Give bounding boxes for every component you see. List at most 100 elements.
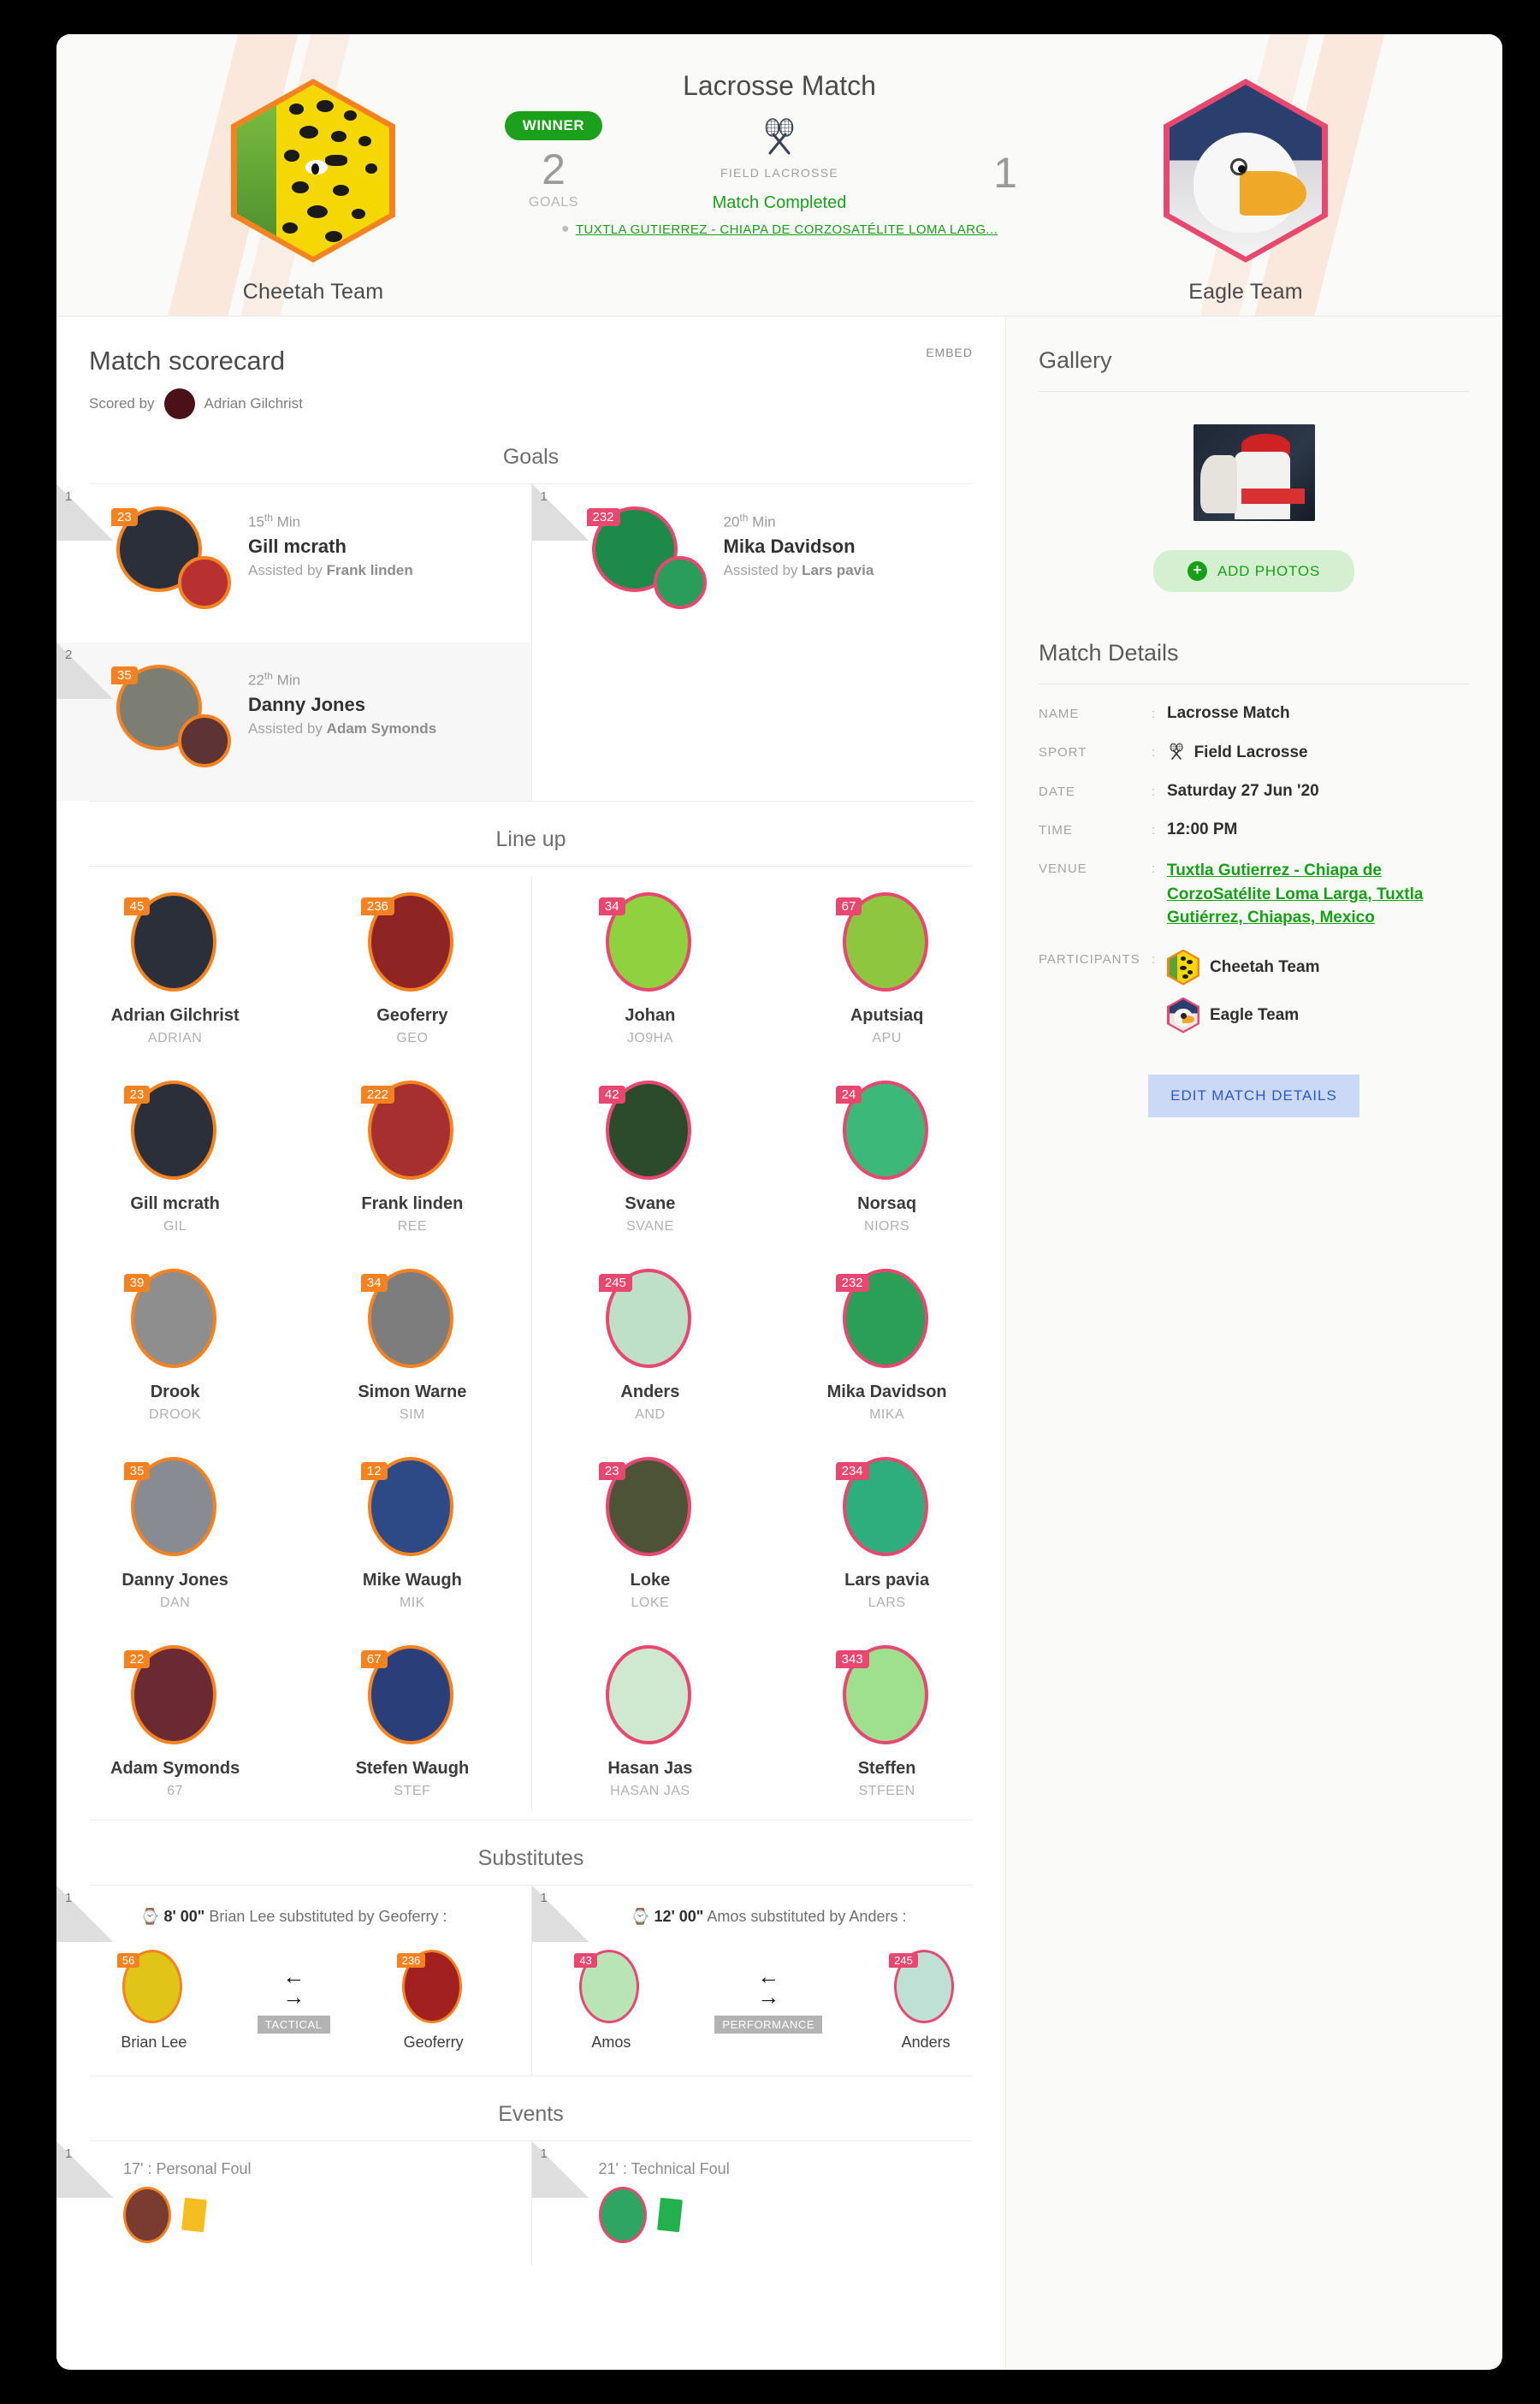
embed-button[interactable]: EMBED <box>926 346 973 359</box>
lineup-avatar-wrap: 222 <box>360 1081 457 1180</box>
detail-row-date: DATE : Saturday 27 Jun '20 <box>1039 782 1469 801</box>
lineup-player[interactable]: 67 Stefen Waugh STEF <box>293 1630 530 1811</box>
lineup-player-name: Mike Waugh <box>362 1571 462 1590</box>
lineup-player[interactable]: 22 Adam Symonds 67 <box>56 1630 293 1811</box>
participant-item[interactable]: Eagle Team <box>1167 997 1469 1033</box>
lineup-grid: 45 Adrian Gilchrist ADRIAN 236 Geoferry GEO 23… <box>56 867 1005 1820</box>
substitution-item[interactable]: 1 ⌚ 12' 00" Amos substituted by Anders :… <box>531 1886 1006 2075</box>
lineup-player-name: Aputsiaq <box>850 1006 924 1025</box>
lineup-player[interactable]: 23 Loke LOKE <box>532 1442 769 1623</box>
lineup-avatar-wrap: 35 <box>123 1457 220 1556</box>
match-header: Cheetah Team WINNER 2 GOALS Lacrosse Mat… <box>56 34 1502 317</box>
participant-item[interactable]: Cheetah Team <box>1167 949 1469 986</box>
eagle-team-logo[interactable] <box>1164 79 1328 263</box>
lineup-player[interactable]: 232 Mika Davidson MIKA <box>768 1253 1005 1435</box>
goal-item[interactable]: 1 232 20th Min Mika Davidson Assisted by… <box>531 484 1006 642</box>
lineup-player[interactable]: 35 Danny Jones DAN <box>56 1442 293 1623</box>
lineup-player-name: Frank linden <box>361 1194 464 1213</box>
assist-avatar <box>178 556 231 609</box>
lineup-player-name: Svane <box>625 1194 676 1213</box>
player-out[interactable]: 56 Brian Lee <box>98 1949 210 2052</box>
edit-match-details-button[interactable]: EDIT MATCH DETAILS <box>1148 1074 1359 1117</box>
lineup-player-alias: LOKE <box>631 1596 670 1610</box>
goal-item[interactable]: 2 35 22th Min Danny Jones Assisted by Ad… <box>56 642 531 801</box>
home-team-block[interactable]: Cheetah Team <box>185 79 441 305</box>
lineup-avatar-wrap: 67 <box>360 1645 457 1744</box>
home-team-name: Cheetah Team <box>242 280 384 304</box>
participants-list: Cheetah Team Eagle Team <box>1167 949 1469 1045</box>
lineup-player[interactable]: 234 Lars pavia LARS <box>768 1442 1005 1623</box>
lineup-player[interactable]: Hasan Jas HASAN JAS <box>532 1630 769 1811</box>
event-index: 1 <box>65 2146 73 2161</box>
header-venue-line: ● TUXTLA GUTIERREZ - CHIAPA DE CORZOSATÉ… <box>480 222 1079 237</box>
player-out[interactable]: 43 Amos <box>555 1949 666 2052</box>
lineup-player[interactable]: 222 Frank linden REE <box>293 1065 530 1246</box>
substitutes-away-column: 1 ⌚ 12' 00" Amos substituted by Anders :… <box>530 1886 1006 2075</box>
jersey-number: 35 <box>111 666 138 684</box>
jersey-number: 343 <box>835 1650 869 1668</box>
event-item[interactable]: 1 17' : Personal Foul <box>56 2141 531 2265</box>
lineup-player-alias: STFEEN <box>858 1784 915 1798</box>
lineup-player[interactable]: 236 Geoferry GEO <box>293 877 530 1058</box>
add-photos-button[interactable]: + ADD PHOTOS <box>1153 550 1354 592</box>
lineup-avatar-wrap: 232 <box>835 1269 932 1368</box>
detail-separator: : <box>1152 745 1156 760</box>
event-text: 17' : Personal Foul <box>123 2159 252 2177</box>
detail-sport-text: Field Lacrosse <box>1194 743 1308 761</box>
lineup-player[interactable]: 24 Norsaq NIORS <box>768 1065 1005 1246</box>
away-team-block[interactable]: Eagle Team <box>1117 79 1374 305</box>
lineup-player[interactable]: 23 Gill mcrath GIL <box>56 1065 293 1246</box>
lineup-player[interactable]: 39 Drook DROOK <box>56 1253 293 1435</box>
lineup-player[interactable]: 42 Svane SVANE <box>532 1065 769 1246</box>
add-photos-label: ADD PHOTOS <box>1217 562 1321 579</box>
goal-assist: Assisted by Adam Symonds <box>248 720 436 737</box>
lineup-player-name: Simon Warne <box>358 1383 467 1401</box>
event-item[interactable]: 1 21' : Technical Foul <box>531 2141 1006 2265</box>
lineup-player[interactable]: 343 Steffen STFEEN <box>768 1630 1005 1811</box>
substitution-headline: ⌚ 12' 00" Amos substituted by Anders : <box>554 1904 984 1929</box>
detail-key: PARTICIPANTS <box>1039 951 1140 967</box>
lineup-player[interactable]: 67 Aputsiaq APU <box>768 877 1005 1058</box>
section-title-lineup: Line up <box>495 827 566 851</box>
lineup-avatar-wrap: 39 <box>123 1269 220 1368</box>
substitution-players: 43 Amos ← → PERFORMANCE 245 Anders <box>554 1949 984 2052</box>
match-details-title: Match Details <box>1039 640 1179 666</box>
lineup-player[interactable]: 12 Mike Waugh MIK <box>293 1442 530 1623</box>
yellow-card-icon <box>181 2197 207 2233</box>
venue-link[interactable]: Tuxtla Gutierrez - Chiapa de CorzoSatéli… <box>1167 859 1469 930</box>
lineup-avatar-wrap: 34 <box>598 892 695 992</box>
goal-avatars: 23 <box>111 506 231 616</box>
player-in-name: Geoferry <box>403 2033 464 2051</box>
lineup-player-name: Lars pavia <box>844 1571 930 1590</box>
lineup-player[interactable]: 34 Simon Warne SIM <box>293 1253 530 1435</box>
gallery-photo[interactable] <box>1193 424 1315 521</box>
away-score-block: 1 <box>941 144 1069 198</box>
goal-item[interactable]: 1 23 15th Min Gill mcrath Assisted by Fr… <box>56 484 531 642</box>
goals-grid: 1 23 15th Min Gill mcrath Assisted by Fr… <box>56 484 1005 801</box>
lineup-player-name: Drook <box>150 1383 200 1401</box>
cheetah-team-logo[interactable] <box>231 79 395 263</box>
event-index-corner: 1 <box>531 2141 589 2198</box>
substitution-reason: TACTICAL <box>257 2016 330 2034</box>
lineup-player[interactable]: 34 Johan JO9HA <box>532 877 769 1058</box>
player-in[interactable]: 236 Geoferry <box>378 1949 489 2052</box>
event-index-corner: 1 <box>56 2141 113 2198</box>
goal-text: 22th Min Danny Jones Assisted by Adam Sy… <box>226 661 436 737</box>
substitution-time: 12' 00" <box>654 1908 704 1925</box>
header-venue-link[interactable]: TUXTLA GUTIERREZ - CHIAPA DE CORZOSATÉLI… <box>576 222 998 237</box>
lineup-player[interactable]: 45 Adrian Gilchrist ADRIAN <box>56 877 293 1058</box>
player-in[interactable]: 245 Anders <box>870 1949 981 2052</box>
goal-minute: 22th Min <box>248 670 436 690</box>
lineup-player-alias: REE <box>397 1219 428 1234</box>
substitution-item[interactable]: 1 ⌚ 8' 00" Brian Lee substituted by Geof… <box>56 1886 531 2075</box>
goal-index-corner: 2 <box>56 642 113 699</box>
scored-by-row: Scored by Adrian Gilchrist <box>56 376 1005 419</box>
scorer-name: Adrian Gilchrist <box>204 395 303 412</box>
page-root: Cheetah Team WINNER 2 GOALS Lacrosse Mat… <box>0 0 1540 2404</box>
lineup-player[interactable]: 245 Anders AND <box>532 1253 769 1435</box>
goal-scorer-name: Gill mcrath <box>248 535 346 557</box>
map-pin-icon: ● <box>560 222 570 236</box>
detail-row-venue: VENUE : Tuxtla Gutierrez - Chiapa de Cor… <box>1039 859 1469 930</box>
goal-index: 1 <box>65 489 73 504</box>
sub-index: 1 <box>65 1891 73 1905</box>
